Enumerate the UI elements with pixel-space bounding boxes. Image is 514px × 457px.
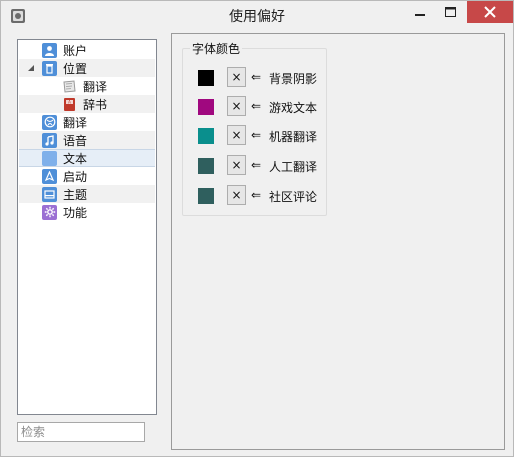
nav-item-theme[interactable]: 主题	[19, 185, 155, 203]
nav-item-label: 翻译	[83, 79, 108, 94]
close-icon	[484, 6, 496, 18]
color-swatch[interactable]	[198, 70, 214, 86]
nav-item-label: 位置	[63, 61, 88, 76]
clear-icon: ×	[231, 188, 242, 202]
maximize-button[interactable]	[435, 1, 465, 23]
clear-color-button[interactable]: ×	[227, 125, 246, 145]
nav-item-features[interactable]: 功能	[19, 203, 155, 221]
trash-icon	[42, 60, 57, 76]
left-arrow-icon: ⇐	[251, 158, 262, 172]
clear-color-button[interactable]: ×	[227, 67, 246, 87]
color-label: 游戏文本	[269, 101, 318, 115]
color-swatch[interactable]	[198, 99, 214, 115]
left-arrow-icon: ⇐	[251, 128, 262, 142]
nav-item-label: 翻译	[63, 115, 88, 130]
nav-item-label: 辞书	[83, 97, 108, 112]
nav-item-voice[interactable]: 语音	[19, 131, 155, 149]
rocket-icon	[42, 168, 57, 184]
nav-subitem-translation[interactable]: 翻译	[19, 77, 155, 95]
color-row-background-shadow: × ⇐ 背景阴影	[183, 67, 328, 89]
clear-color-button[interactable]: ×	[227, 185, 246, 205]
left-arrow-icon: ⇐	[251, 99, 262, 113]
group-title: 字体颜色	[190, 40, 243, 57]
color-row-community-comments: × ⇐ 社区评论	[183, 185, 328, 207]
minimize-icon	[415, 14, 425, 16]
nav-item-text[interactable]: 文本	[19, 149, 155, 167]
color-label: 社区评论	[269, 190, 318, 204]
maximize-icon	[444, 7, 456, 17]
color-row-machine-translation: × ⇐ 机器翻译	[183, 125, 328, 147]
font-color-group: 字体颜色 × ⇐ 背景阴影 × ⇐ 游戏文本 × ⇐ 机器翻译 × ⇐ 人工翻译…	[182, 40, 328, 216]
color-label: 机器翻译	[269, 130, 318, 144]
nav-item-account[interactable]: 账户	[19, 41, 155, 59]
scroll-icon	[62, 79, 77, 94]
clear-icon: ×	[231, 99, 242, 113]
settings-content-panel: 字体颜色 × ⇐ 背景阴影 × ⇐ 游戏文本 × ⇐ 机器翻译 × ⇐ 人工翻译…	[171, 33, 505, 450]
svg-text:A: A	[68, 99, 71, 104]
search-input[interactable]	[17, 422, 145, 442]
nav-item-translation[interactable]: 翻译	[19, 113, 155, 131]
clear-color-button[interactable]: ×	[227, 96, 246, 116]
color-row-game-text: × ⇐ 游戏文本	[183, 96, 328, 118]
nav-subitem-dictionary[interactable]: A 辞书	[19, 95, 155, 113]
globe-icon	[42, 114, 57, 130]
gear-icon	[42, 204, 57, 220]
clear-icon: ×	[231, 158, 242, 172]
left-arrow-icon: ⇐	[251, 70, 262, 84]
color-label: 背景阴影	[269, 72, 318, 86]
nav-item-launch[interactable]: 启动	[19, 167, 155, 185]
nav-item-label: 启动	[63, 169, 88, 184]
nav-item-label: 账户	[63, 43, 88, 58]
settings-nav-tree[interactable]: 账户 位置 翻译 A 辞书 翻译 语音 文本 启动 主题 功能	[17, 39, 157, 415]
color-row-human-translation: × ⇐ 人工翻译	[183, 155, 328, 177]
minimize-button[interactable]	[405, 1, 435, 23]
color-swatch[interactable]	[198, 158, 214, 174]
close-button[interactable]	[467, 1, 513, 23]
clear-color-button[interactable]: ×	[227, 155, 246, 175]
user-icon	[42, 42, 57, 58]
book-icon: A	[62, 97, 77, 112]
left-arrow-icon: ⇐	[251, 188, 262, 202]
clear-icon: ×	[231, 70, 242, 84]
title-bar: 使用偏好	[1, 1, 513, 31]
nav-item-label: 语音	[63, 133, 88, 148]
clear-icon: ×	[231, 128, 242, 142]
color-swatch[interactable]	[198, 128, 214, 144]
preferences-window: 使用偏好 账户 位置 翻译 A 辞书 翻译 语音 文本 启动 主题 功能 检索 …	[0, 0, 514, 457]
expanded-arrow-icon[interactable]	[26, 63, 36, 73]
nav-item-label: 文本	[63, 151, 88, 166]
nav-item-location[interactable]: 位置	[19, 59, 155, 77]
nav-item-label: 主题	[63, 187, 88, 202]
color-swatch[interactable]	[198, 188, 214, 204]
text-icon	[42, 150, 57, 166]
theme-icon	[42, 186, 57, 202]
color-label: 人工翻译	[269, 160, 318, 174]
music-note-icon	[42, 132, 57, 148]
nav-item-label: 功能	[63, 205, 88, 220]
